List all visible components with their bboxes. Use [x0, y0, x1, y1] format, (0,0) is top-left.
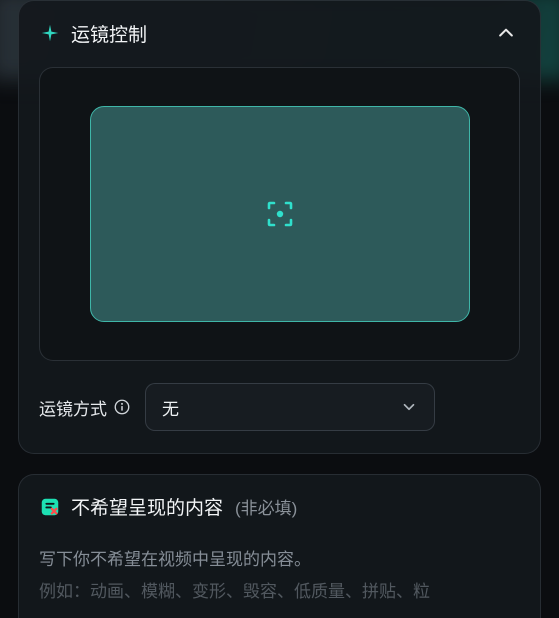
negative-prompt-panel: 不希望呈现的内容 (非必填) 写下你不希望在视频中呈现的内容。 例如：动画、模糊… — [18, 474, 541, 618]
negative-panel-header: 不希望呈现的内容 (非必填) — [39, 493, 520, 520]
focus-target-icon — [265, 199, 295, 229]
negative-panel-optional: (非必填) — [235, 494, 297, 519]
camera-panel-title: 运镜控制 — [71, 20, 147, 47]
negative-prompt-textarea[interactable]: 写下你不希望在视频中呈现的内容。 例如：动画、模糊、变形、毁容、低质量、拼贴、粒 — [39, 544, 520, 609]
negative-placeholder-line1: 写下你不希望在视频中呈现的内容。 — [39, 544, 520, 576]
camera-preview-canvas[interactable] — [90, 106, 470, 322]
camera-mode-label: 运镜方式 — [39, 395, 131, 420]
collapse-toggle[interactable] — [492, 19, 520, 47]
chevron-up-icon — [496, 23, 516, 43]
sparkle-icon — [39, 22, 61, 44]
chevron-down-icon — [400, 398, 418, 416]
negative-placeholder-line2: 例如：动画、模糊、变形、毁容、低质量、拼贴、粒 — [39, 576, 520, 608]
camera-panel-header: 运镜控制 — [39, 19, 520, 47]
camera-mode-select-value: 无 — [162, 395, 179, 420]
camera-mode-label-text: 运镜方式 — [39, 395, 107, 420]
negative-prompt-icon — [39, 496, 61, 518]
camera-mode-select[interactable]: 无 — [145, 383, 435, 431]
camera-preview-frame — [39, 67, 520, 361]
negative-panel-title: 不希望呈现的内容 — [71, 493, 223, 520]
info-icon[interactable] — [113, 398, 131, 416]
camera-control-panel: 运镜控制 运镜方式 — [18, 0, 541, 454]
camera-mode-row: 运镜方式 无 — [39, 383, 520, 431]
